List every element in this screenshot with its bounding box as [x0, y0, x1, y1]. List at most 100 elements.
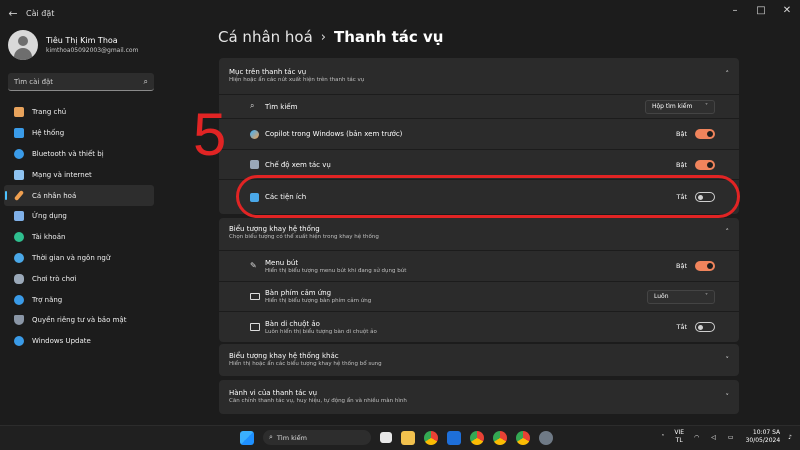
section-subtitle: Căn chỉnh thanh tác vụ, huy hiệu, tự độn…: [229, 398, 407, 404]
sidebar-item-label: Ứng dụng: [32, 212, 67, 221]
back-arrow-icon[interactable]: ←: [0, 7, 26, 20]
sidebar-item-label: Quyền riêng tư và bảo mật: [32, 316, 127, 325]
chevron-down-icon: ˅: [725, 356, 730, 364]
touchpad-icon: [250, 323, 260, 331]
toggle-state-label: Bật: [676, 160, 687, 169]
copilot-toggle[interactable]: [695, 129, 715, 139]
app-icon[interactable]: [447, 430, 461, 445]
avatar: [8, 30, 38, 60]
keyboard-icon: [250, 293, 260, 300]
setting-label: Bàn di chuột ảo: [265, 319, 320, 328]
clock[interactable]: 10:07 SA 30/05/2024: [746, 429, 781, 445]
sidebar-item-label: Tài khoản: [32, 233, 66, 242]
sidebar-item-label: Hệ thống: [32, 129, 65, 138]
setting-label: Copilot trong Windows (bản xem trước): [265, 130, 403, 138]
maximize-button[interactable]: □: [748, 0, 774, 20]
account-icon: [14, 232, 24, 243]
language-bottom: TL: [675, 437, 683, 444]
chevron-up-icon: ˄: [725, 228, 730, 236]
sidebar-item-label: Cá nhân hoá: [32, 191, 77, 200]
sidebar-item-network[interactable]: Mạng và internet: [4, 164, 154, 185]
taskbar-search[interactable]: ⌕ Tìm kiếm: [263, 430, 371, 445]
highlight-oval: [236, 175, 740, 218]
setting-row-virtual-touchpad: Bàn di chuột ảo Luôn hiển thị biểu tượng…: [219, 311, 739, 342]
breadcrumb-parent[interactable]: Cá nhân hoá: [218, 28, 313, 46]
setting-row-copilot: Copilot trong Windows (bản xem trước) Bậ…: [219, 118, 739, 149]
setting-label: Menu bút: [265, 258, 299, 267]
clock-time: 10:07 SA: [752, 429, 781, 436]
sidebar-item-accessibility[interactable]: Trợ năng: [4, 289, 154, 310]
touch-keyboard-dropdown[interactable]: Luôn ˅: [647, 289, 715, 304]
task-view-icon[interactable]: [380, 432, 392, 443]
section-other-tray-icons[interactable]: Biểu tượng khay hệ thống khác Hiển thị h…: [219, 344, 739, 376]
chevron-down-icon: ˅: [705, 103, 708, 110]
chrome-icon[interactable]: [424, 430, 438, 445]
section-subtitle: Hiện hoặc ẩn các nút xuất hiện trên than…: [229, 77, 365, 83]
search-mode-dropdown[interactable]: Hộp tìm kiếm ˅: [645, 99, 715, 114]
sidebar-item-accounts[interactable]: Tài khoản: [4, 227, 154, 248]
search-placeholder: Tìm cài đặt: [14, 77, 54, 86]
user-email: kimthoa05092003@gmail.com: [46, 47, 139, 54]
sidebar-item-label: Bluetooth và thiết bị: [32, 149, 104, 158]
setting-description: Hiển thị biểu tượng bàn phím cảm ứng: [265, 298, 372, 304]
battery-icon[interactable]: ▭: [728, 434, 736, 441]
setting-description: Luôn hiển thị biểu tượng bàn di chuột ảo: [265, 328, 377, 335]
chevron-down-icon: ˅: [705, 293, 708, 300]
chrome-profile-icon[interactable]: [470, 430, 484, 445]
task-view-toggle[interactable]: [695, 159, 715, 170]
chrome-profile-icon[interactable]: [493, 430, 507, 445]
section-taskbar-items[interactable]: Mục trên thanh tác vụ Hiện hoặc ẩn các n…: [219, 58, 739, 94]
chevron-up-icon[interactable]: ˄: [661, 434, 664, 441]
user-name: Tiêu Thị Kim Thoa: [46, 36, 118, 45]
wifi-icon[interactable]: ◠: [694, 434, 701, 441]
virtual-touchpad-toggle[interactable]: [695, 322, 715, 332]
toggle-state-label: Bật: [676, 262, 687, 270]
sidebar-item-windows-update[interactable]: Windows Update: [4, 331, 154, 352]
windows-start-icon[interactable]: [240, 430, 254, 445]
sidebar-item-personalization[interactable]: Cá nhân hoá: [4, 185, 154, 206]
apps-icon: [14, 211, 24, 222]
section-subtitle: Hiển thị hoặc ẩn các biểu tượng khay hệ …: [229, 361, 382, 367]
minimize-button[interactable]: –: [722, 0, 748, 20]
setting-row-pen-menu: ✎ Menu bút Hiển thị biểu tượng menu bút …: [219, 250, 739, 281]
sidebar-item-privacy[interactable]: Quyền riêng tư và bảo mật: [4, 310, 154, 331]
sidebar-item-bluetooth[interactable]: Bluetooth và thiết bị: [4, 144, 154, 165]
app-title: Cài đặt: [26, 8, 55, 18]
monitor-icon: [14, 128, 24, 139]
setting-description: Hiển thị biểu tượng menu bút khi đang sử…: [265, 267, 407, 274]
language-indicator[interactable]: VIE TL: [674, 429, 684, 445]
update-icon: [14, 336, 24, 347]
close-button[interactable]: ✕: [774, 0, 800, 20]
sidebar-item-label: Trợ năng: [32, 295, 63, 304]
chrome-profile-icon[interactable]: [516, 430, 530, 445]
clock-date: 30/05/2024: [745, 437, 781, 444]
user-profile[interactable]: Tiêu Thị Kim Thoa kimthoa05092003@gmail.…: [8, 30, 138, 60]
sidebar-item-gaming[interactable]: Chơi trò chơi: [4, 268, 154, 289]
sidebar-item-time-language[interactable]: Thời gian và ngôn ngữ: [4, 248, 154, 269]
pen-menu-toggle[interactable]: [695, 261, 715, 271]
setting-row-touch-keyboard: Bàn phím cảm ứng Hiển thị biểu tượng bàn…: [219, 281, 739, 311]
sidebar-item-system[interactable]: Hệ thống: [4, 123, 154, 144]
search-icon: ⌕: [269, 433, 273, 441]
gamepad-icon: [14, 273, 24, 284]
section-subtitle: Chọn biểu tượng có thể xuất hiện trong k…: [229, 234, 379, 240]
sidebar-item-home[interactable]: Trang chủ: [4, 102, 154, 123]
sidebar-nav: Trang chủ Hệ thống Bluetooth và thiết bị…: [4, 102, 154, 352]
title-bar: ← Cài đặt – □ ✕: [0, 0, 800, 26]
file-explorer-icon[interactable]: [401, 430, 415, 445]
sidebar-item-apps[interactable]: Ứng dụng: [4, 206, 154, 227]
section-taskbar-behaviors[interactable]: Hành vi của thanh tác vụ Căn chỉnh thanh…: [219, 380, 739, 414]
settings-gear-icon[interactable]: [539, 430, 553, 445]
breadcrumb-separator: ›: [320, 29, 326, 45]
section-system-tray-icons[interactable]: Biểu tượng khay hệ thống Chọn biểu tượng…: [219, 218, 739, 250]
search-input[interactable]: Tìm cài đặt ⌕: [8, 73, 154, 91]
sidebar-item-label: Thời gian và ngôn ngữ: [32, 253, 111, 262]
search-icon: ⌕: [143, 76, 148, 86]
notification-bell-icon[interactable]: ♪: [788, 434, 792, 441]
task-view-icon: [250, 160, 259, 169]
accessibility-icon: [14, 294, 24, 305]
setting-row-search: ⌕ Tìm kiếm Hộp tìm kiếm ˅: [219, 94, 739, 118]
bluetooth-icon: [14, 148, 24, 159]
volume-icon[interactable]: ◁: [711, 434, 718, 441]
section-title: Hành vi của thanh tác vụ: [229, 389, 318, 397]
